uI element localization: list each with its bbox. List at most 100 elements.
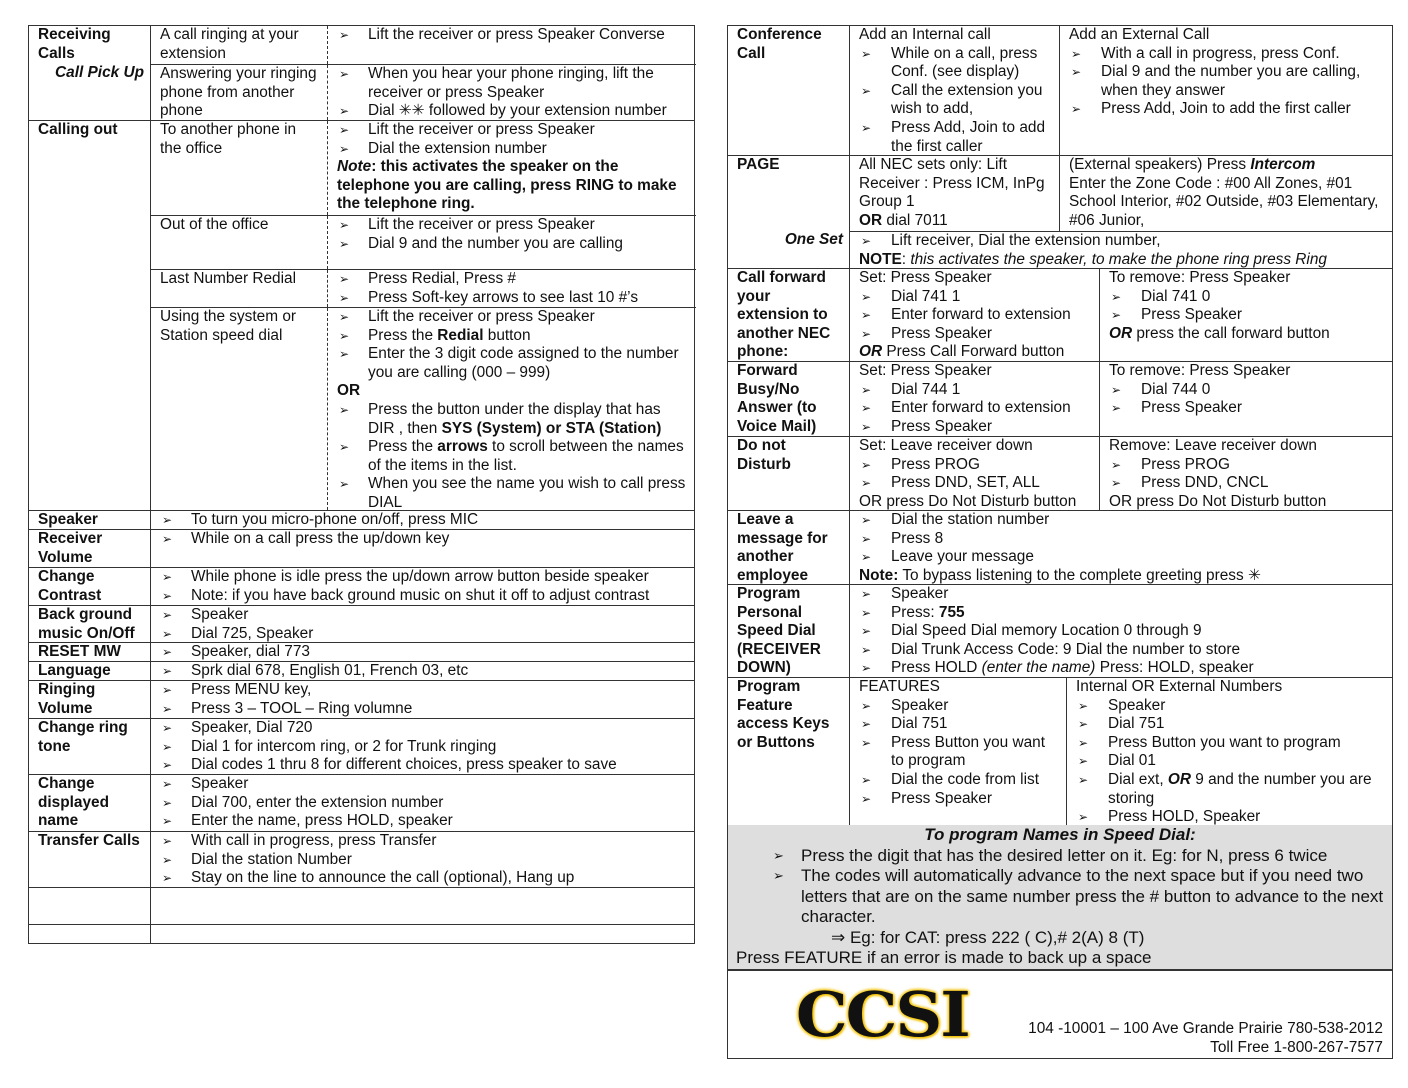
paragraph: Answering your ringing phone from anothe…: [160, 65, 321, 121]
paragraph: Set: Press Speaker: [859, 362, 1093, 381]
item-text: Speaker, dial 773: [191, 643, 310, 660]
table-cell: ➢ Lift the receiver or press Speaker ➢ Pres…: [327, 308, 696, 511]
item-text: Dial ext, OR 9 and the number you are st…: [1108, 771, 1389, 808]
item-text: Sprk dial 678, English 01, French 03, et…: [191, 662, 469, 679]
table-subrow: Out of the office ➢ Lift the receiver or p…: [29, 215, 696, 269]
list-item: ➢ Dial 700, enter the extension number: [160, 794, 688, 813]
arrow-bullet-icon: ➢: [162, 645, 173, 659]
text-segment: Press the: [368, 326, 438, 344]
list-item: ➢ Press 8: [859, 530, 1386, 549]
list-item: ➢ Press Add, Join to add the first caller: [1069, 100, 1389, 119]
arrow-bullet-icon: ➢: [1071, 102, 1082, 117]
row-cells: ➢ With call in progress, press Transfer ➢ D…: [151, 832, 694, 887]
item-text: Press Redial, Press #: [368, 270, 516, 287]
arrow-bullet-icon: ➢: [861, 419, 872, 434]
text-segment: Transfer Calls: [38, 832, 140, 849]
list-item: ➢ When you hear your phone ringing, lift …: [337, 65, 690, 102]
arrow-bullet-icon: ➢: [162, 871, 173, 886]
company-address: 104 -10001 – 100 Ave Grande Prairie 780-…: [1028, 1020, 1383, 1057]
arrow-bullet-icon: ➢: [861, 717, 872, 732]
arrow-bullet-icon: ➢: [339, 104, 350, 119]
row-label: Change displayed name: [29, 775, 151, 831]
text-segment: : this activates the speaker on the tele…: [337, 158, 677, 213]
list-item: ➢ With call in progress, press Transfer: [160, 832, 688, 851]
item-text: While on a call, press Conf. (see displa…: [891, 44, 1038, 81]
text-segment: OR press Do Not Disturb button: [859, 492, 1077, 510]
arrow-bullet-icon: ➢: [339, 477, 350, 492]
arrow-bullet-icon: ➢: [162, 513, 173, 527]
footer-note: Press FEATURE if an error is made to bac…: [736, 948, 1152, 967]
table-subrow: Receiving Calls A call ringing at your ex…: [29, 26, 694, 64]
table-cell: FEATURES ➢ Speaker ➢ Dial 751 ➢ Press Button y…: [850, 678, 1066, 825]
item-text: Press MENU key,: [191, 681, 312, 698]
text-segment: Program Feature access Keys or Buttons: [737, 678, 830, 751]
item-text: While on a call press the up/down key: [191, 530, 450, 547]
list-item: ➢ Press Redial, Press #: [337, 270, 690, 289]
item-text: Press Button you want to program: [1108, 733, 1341, 751]
row-cells: To another phone in the office ➢ Lift the …: [151, 121, 696, 215]
text-segment: Using the system or Station speed dial: [160, 308, 296, 344]
paragraph: A call ringing at your extension: [160, 26, 321, 63]
arrow-bullet-icon: ➢: [861, 531, 872, 546]
paragraph: OR: [337, 382, 690, 401]
arrow-bullet-icon: ➢: [861, 772, 872, 787]
row-label: Receiving Calls: [29, 26, 151, 64]
row-label: Change ring tone: [29, 719, 151, 774]
table-subrow: Program Personal Speed Dial (RECEIVER DO…: [728, 585, 1392, 677]
text-segment: Forward Busy/No Answer (to Voice Mail): [737, 362, 817, 435]
row-cells: ➢ Press MENU key, ➢ Press 3 – TOOL – Ring v…: [151, 681, 694, 718]
text-segment: To remove: Press Speaker: [1109, 362, 1291, 379]
row-label: RESET MW: [29, 643, 151, 661]
table-cell: To remove: Press Speaker ➢ Dial 744 0 ➢ Pres…: [1099, 362, 1395, 436]
list-item: ➢ Dial 725, Speaker: [160, 625, 688, 644]
row-cells: Last Number Redial ➢ Press Redial, Press #…: [151, 269, 696, 307]
item-text: Press Speaker: [1141, 306, 1242, 324]
text-segment: RESET MW: [38, 643, 121, 660]
text-segment: OR: [1109, 324, 1133, 342]
arrow-bullet-icon: ➢: [162, 608, 173, 622]
list-item: ➢ Lift the receiver or press Speaker: [337, 308, 690, 327]
paragraph: Remove: Leave receiver down: [1109, 437, 1389, 456]
text-segment: Set: Press Speaker: [859, 362, 992, 379]
arrow-bullet-icon: ➢: [1111, 401, 1122, 416]
item-text: Dial 725, Speaker: [191, 624, 314, 642]
table-row: Program Personal Speed Dial (RECEIVER DO…: [728, 585, 1392, 678]
row-label: Do not Disturb: [728, 437, 850, 510]
arrow-bullet-icon: ➢: [339, 236, 350, 251]
row-label: [29, 888, 151, 924]
table-cell: ➢ Lift the receiver or press Speaker Conv…: [327, 26, 696, 64]
item-text: With a call in progress, press Conf.: [1101, 44, 1340, 62]
list-item: ➢ Note: if you have back ground music on …: [160, 587, 688, 606]
item-text: Dial 751: [1108, 715, 1165, 733]
paragraph: OR press Do Not Disturb button: [859, 493, 1093, 512]
table-subrow: Ringing Volume ➢ Press MENU key, ➢ Press 3 –…: [29, 681, 694, 718]
list-item: ➢ While phone is idle press the up/down a…: [160, 568, 688, 587]
table-cell: Answering your ringing phone from anothe…: [151, 65, 327, 120]
item-text: Dial Trunk Access Code: 9 Dial the numbe…: [891, 640, 1241, 658]
list-item: ➢ While on a call press the up/down key: [160, 530, 688, 549]
table-subrow: Program Feature access Keys or Buttons FE…: [728, 678, 1392, 825]
row-cells: ➢ Speaker ➢ Dial 700, enter the extension n…: [151, 775, 694, 831]
item-text: Enter forward to extension: [891, 399, 1071, 417]
item-text: Press the button under the display that …: [368, 401, 690, 438]
list-item: ➢ Press 3 – TOOL – Ring volumne: [160, 700, 688, 719]
table-cell: ➢ Sprk dial 678, English 01, French 03, e…: [151, 662, 694, 680]
row-cells: ➢ Speaker ➢ Press: 755 ➢ Dial Speed Dial memo…: [850, 585, 1392, 677]
paragraph: OR press Do Not Disturb button: [1109, 493, 1389, 512]
text-segment: Last Number Redial: [160, 270, 297, 287]
table-subrow: Call forward your extension to another N…: [728, 269, 1392, 361]
arrow-bullet-icon: ➢: [339, 67, 350, 81]
arrow-bullet-icon: ➢: [861, 791, 872, 806]
item-text: When you hear your phone ringing, lift t…: [368, 65, 654, 101]
table-row: Do not Disturb Set: Leave receiver down ➢ P…: [728, 437, 1392, 511]
paragraph: To another phone in the office: [160, 121, 321, 158]
item-text: Speaker: [891, 696, 949, 714]
row-label: Calling out: [29, 121, 151, 215]
arrow-bullet-icon: ➢: [162, 795, 173, 810]
table-cell: ➢ Speaker ➢ Press: 755 ➢ Dial Speed Dial memo…: [850, 585, 1392, 677]
list-item: ➢ Speaker: [1076, 697, 1389, 716]
list-item: ➢ Press Soft-key arrows to see last 10 #’…: [337, 289, 690, 308]
table-row: Change displayed name ➢ Speaker ➢ Dial 700, …: [29, 775, 694, 832]
text-segment: FEATURES: [859, 678, 940, 695]
text-segment: Call forward your extension to another N…: [737, 269, 831, 361]
